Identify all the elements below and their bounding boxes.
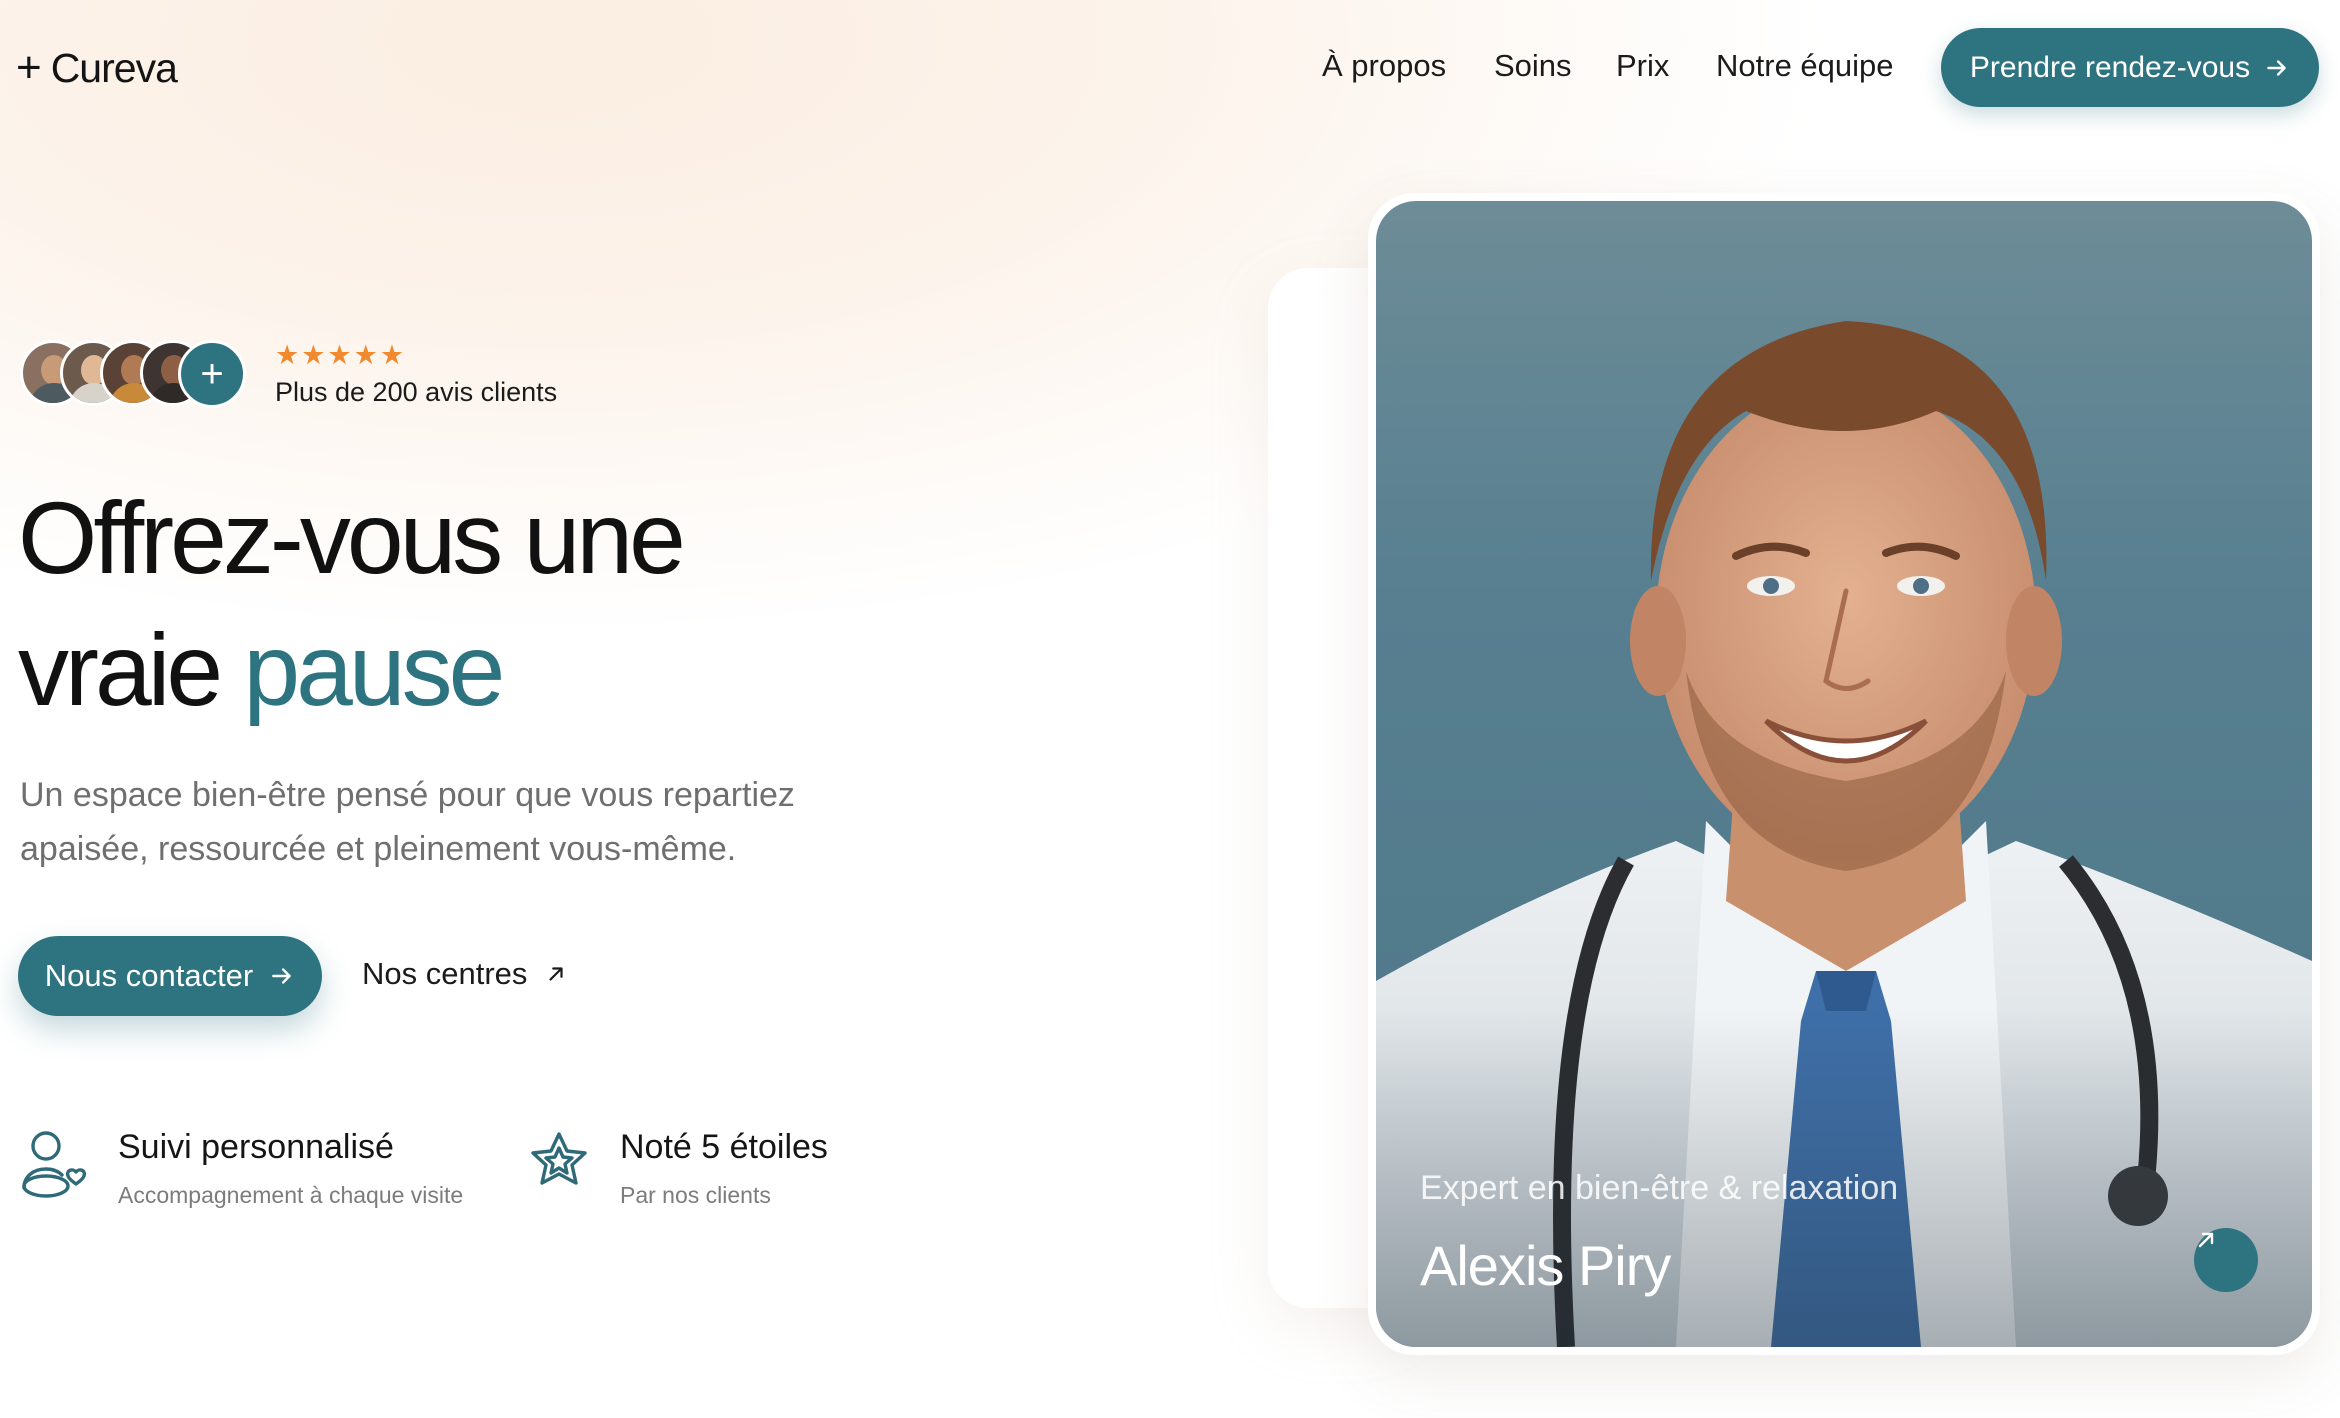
user-heart-icon [22, 1131, 87, 1198]
book-appointment-button[interactable]: Prendre rendez-vous [1941, 28, 2319, 107]
reviews-count: Plus de 200 avis clients [275, 377, 558, 407]
brand-logo[interactable]: + Cureva [16, 40, 178, 96]
hero-title-line2: vraie [18, 613, 244, 727]
profile-card[interactable]: Expert en bien-être & relaxation Alexis … [1376, 201, 2312, 1347]
contact-button[interactable]: Nous contacter [18, 936, 322, 1016]
card-name: Alexis Piry [1420, 1234, 1671, 1297]
arrow-up-right-icon [2198, 1232, 2214, 1248]
feature-subtitle: Par nos clients [620, 1182, 771, 1208]
hero-title-line1: Offrez-vous une [18, 481, 686, 595]
feature-title: Noté 5 étoiles [620, 1128, 828, 1166]
client-avatars: + [20, 340, 250, 408]
arrow-right-icon [272, 968, 292, 984]
card-open-button[interactable] [2194, 1228, 2258, 1292]
plus-icon: + [16, 43, 42, 92]
more-avatars-icon: + [178, 340, 246, 408]
star-outline-icon [531, 1132, 587, 1185]
brand-name: Cureva [50, 44, 178, 91]
arrow-right-icon [2267, 59, 2286, 76]
our-centers-label: Nos centres [362, 956, 528, 991]
contact-button-label: Nous contacter [44, 958, 254, 993]
book-appointment-label: Prendre rendez-vous [1969, 50, 2251, 84]
hero-title: Offrez-vous une vraie pause [18, 472, 918, 736]
nav-link-soins[interactable]: Soins [1494, 48, 1572, 84]
hero-subtitle-line1: Un espace bien-être pensé pour que vous … [20, 776, 795, 814]
nav-link-a-propos[interactable]: À propos [1322, 48, 1446, 84]
arrow-up-right-icon [549, 967, 564, 981]
our-centers-link[interactable]: Nos centres [362, 956, 567, 992]
hero-subtitle-line2: apaisée, ressourcée et pleinement vous-m… [20, 830, 737, 868]
hero-title-accent: pause [243, 613, 505, 727]
feature-subtitle: Accompagnement à chaque visite [118, 1182, 464, 1208]
rating-stars-icon: ★★★★★ [275, 340, 407, 370]
nav-link-prix[interactable]: Prix [1616, 48, 1669, 84]
nav-link-notre-equipe[interactable]: Notre équipe [1716, 48, 1894, 84]
card-role: Expert en bien-être & relaxation [1420, 1169, 1899, 1207]
hero-subtitle: Un espace bien-être pensé pour que vous … [20, 768, 880, 876]
feature-title: Suivi personnalisé [118, 1128, 394, 1166]
